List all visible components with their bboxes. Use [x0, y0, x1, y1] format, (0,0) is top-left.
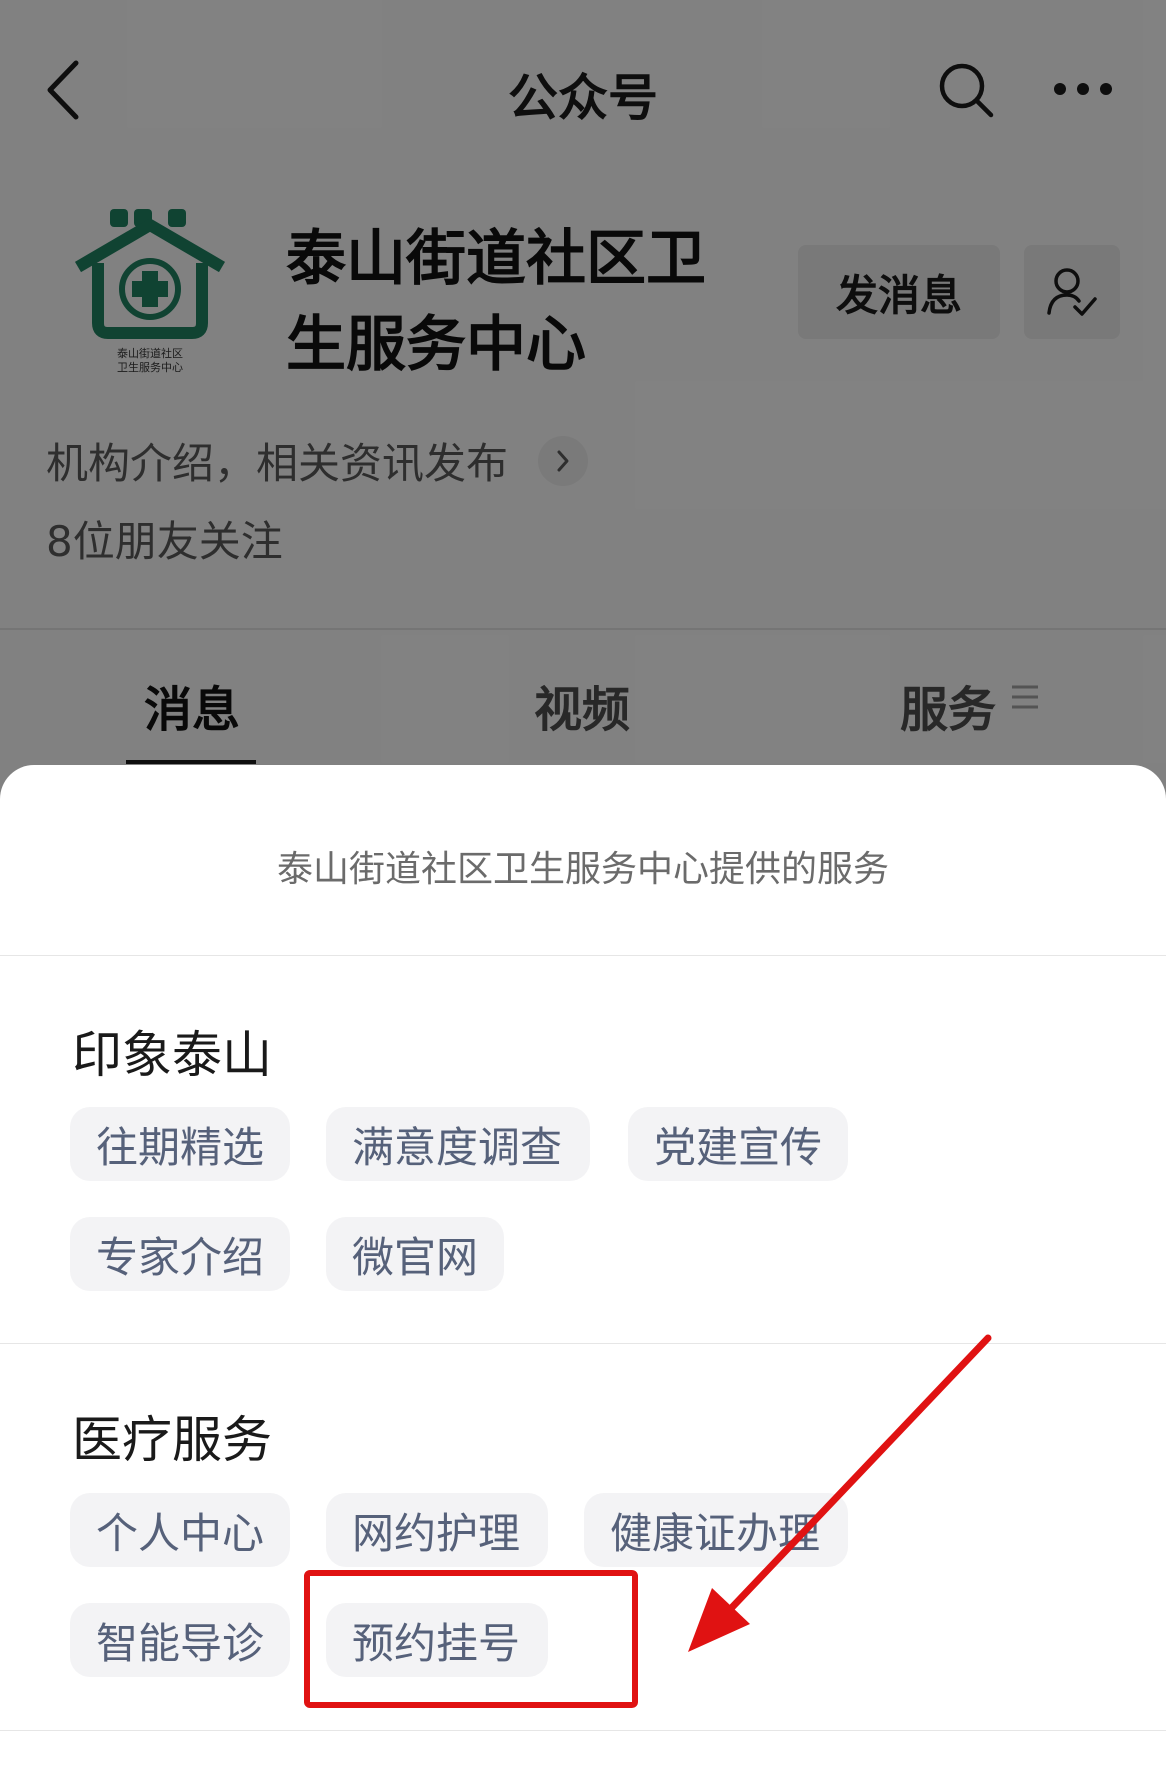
pointer-arrow-icon	[688, 1334, 992, 1652]
